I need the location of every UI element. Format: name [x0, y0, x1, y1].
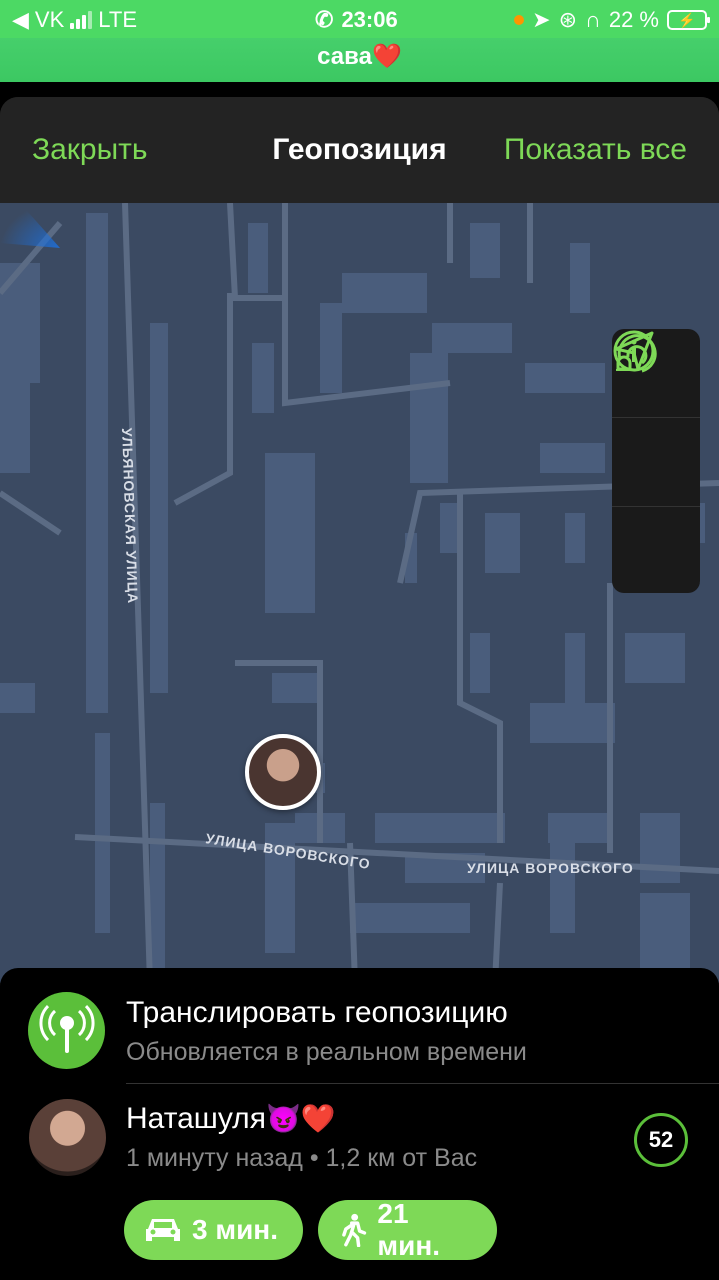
contact-meta: 1 минуту назад • 1,2 км от Вас: [126, 1144, 478, 1172]
rotation-lock-icon: ⊛: [558, 7, 578, 32]
car-time: 3 мин.: [192, 1214, 278, 1245]
last-seen: 1 минуту назад: [126, 1144, 303, 1172]
broadcast-location-button[interactable]: [28, 992, 105, 1069]
mic-indicator-icon: [514, 15, 525, 25]
street-label-vorovskogo-2: УЛИЦА ВОРОВСКОГО: [467, 860, 634, 876]
walk-time: 21 мин.: [377, 1198, 441, 1261]
heading-cone-icon: [0, 203, 60, 248]
map-tools-panel: [612, 329, 700, 593]
headphones-icon: ∩: [585, 7, 601, 32]
network-label: LTE: [98, 7, 137, 32]
proximity-alert-button[interactable]: [612, 334, 700, 595]
distance: 1,2 км от Вас: [325, 1144, 478, 1172]
navigation-bar: Закрыть Геопозиция Показать все: [0, 97, 719, 203]
live-timer: 52: [634, 1113, 688, 1167]
back-arrow-icon[interactable]: ◀: [12, 7, 29, 33]
contact-name[interactable]: Наташуля😈❤️: [126, 1102, 336, 1136]
location-status-icon: ➤: [532, 7, 551, 32]
bottom-panel: Транслировать геопозицию Обновляется в р…: [0, 968, 719, 1280]
my-location-button[interactable]: [612, 331, 700, 507]
map-view[interactable]: УЛЬЯНОВСКАЯ УЛИЦА УЛИЦА ВОРОВСКОГО УЛИЦА…: [0, 203, 719, 983]
contact-name-text: Наташуля: [126, 1102, 266, 1135]
user-location-pin[interactable]: [245, 734, 321, 810]
heart-emoji: ❤️: [371, 43, 402, 70]
status-bar: ◀ VK LTE ✆ 23:06 ➤ ⊛ ∩ 22 % ⚡: [0, 0, 719, 38]
battery-icon: ⚡: [667, 10, 710, 30]
clock: 23:06: [341, 7, 398, 32]
call-icon: ✆: [315, 7, 334, 32]
walking-icon: [342, 1213, 367, 1247]
battery-percent: 22 %: [608, 7, 659, 32]
chat-title-text: сава: [317, 43, 372, 70]
chat-title: сава❤️: [0, 42, 719, 71]
broadcast-title[interactable]: Транслировать геопозицию: [126, 996, 508, 1030]
broadcast-icon: [38, 1004, 95, 1053]
broadcast-subtitle: Обновляется в реальном времени: [126, 1038, 527, 1066]
walk-directions-button[interactable]: 21 мин.: [318, 1198, 497, 1261]
divider: [126, 1083, 719, 1084]
contact-emojis: 😈❤️: [265, 1103, 336, 1134]
show-all-button[interactable]: Показать все: [504, 133, 687, 167]
street-label-ulyanovskaya: УЛЬЯНОВСКАЯ УЛИЦА: [119, 428, 141, 605]
signal-icon: [70, 11, 93, 29]
proximity-alert-icon: [616, 334, 657, 373]
contact-avatar[interactable]: [29, 1099, 106, 1176]
car-icon: [146, 1219, 180, 1241]
carrier-label: VK: [34, 7, 65, 32]
chat-header: сава❤️: [0, 38, 719, 82]
car-directions-button[interactable]: 3 мин.: [124, 1200, 303, 1260]
